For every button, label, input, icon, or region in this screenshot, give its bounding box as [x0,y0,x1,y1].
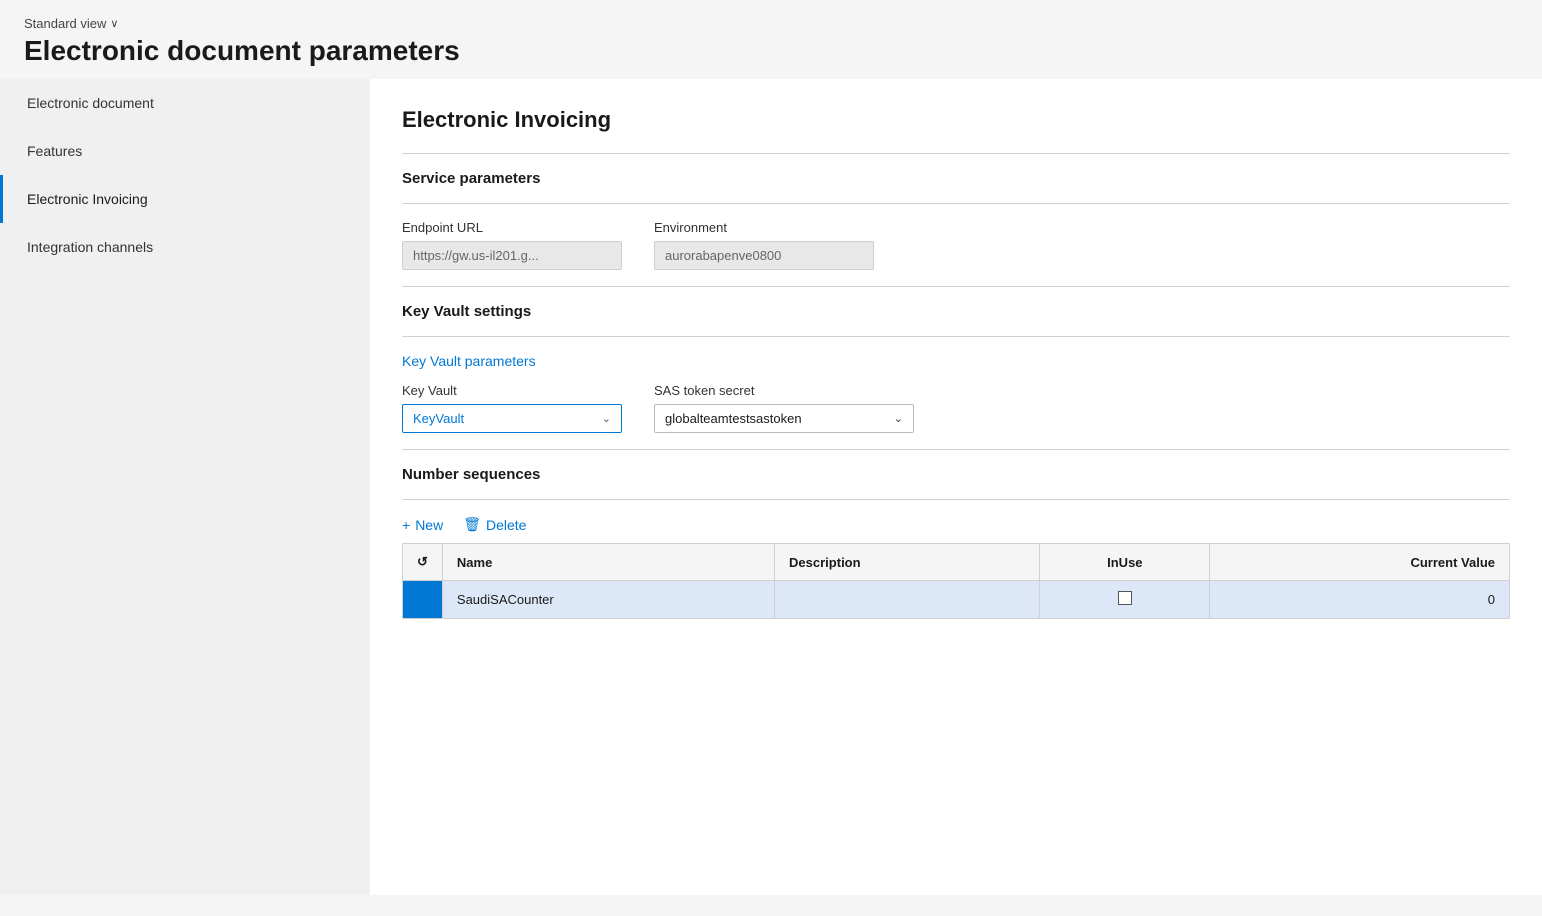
content-area: Electronic Invoicing Service parameters … [370,79,1542,895]
sidebar-item-features[interactable]: Features [0,127,370,175]
environment-label: Environment [654,220,874,235]
sas-token-label: SAS token secret [654,383,914,398]
service-parameters-title: Service parameters [402,170,1510,187]
section-title: Electronic Invoicing [402,107,1510,133]
key-vault-settings-title: Key Vault settings [402,303,1510,320]
sidebar: Electronic documentFeaturesElectronic In… [0,79,370,895]
service-params-row: Endpoint URL https://gw.us-il201.g... En… [402,220,1510,270]
divider-3 [402,286,1510,287]
key-vault-label: Key Vault [402,383,622,398]
refresh-icon-header[interactable]: ↺ [403,544,443,581]
key-vault-parameters-link[interactable]: Key Vault parameters [402,353,536,369]
chevron-down-icon: ∨ [110,17,118,30]
trash-icon: 🗑 [463,516,481,533]
description-cell [775,581,1040,619]
sas-token-chevron-icon: ⌄ [894,412,903,425]
name-cell: SaudiSACounter [442,581,774,619]
key-vault-row: Key Vault KeyVault ⌄ SAS token secret gl… [402,383,1510,433]
standard-view[interactable]: Standard view ∨ [24,16,1518,31]
delete-button[interactable]: 🗑 Delete [463,516,526,533]
sidebar-item-electronic-invoicing[interactable]: Electronic Invoicing [0,175,370,223]
endpoint-url-group: Endpoint URL https://gw.us-il201.g... [402,220,622,270]
key-vault-dropdown[interactable]: KeyVault ⌄ [402,404,622,433]
endpoint-url-label: Endpoint URL [402,220,622,235]
new-button[interactable]: + New [402,517,443,533]
delete-button-label: Delete [486,517,526,533]
current-value-column-header: Current Value [1210,544,1510,581]
divider-1 [402,153,1510,154]
endpoint-url-input: https://gw.us-il201.g... [402,241,622,270]
sidebar-item-electronic-document[interactable]: Electronic document [0,79,370,127]
key-vault-chevron-icon: ⌄ [602,412,611,425]
standard-view-label: Standard view [24,16,106,31]
sas-token-dropdown-value: globalteamtestsastoken [665,411,802,426]
number-sequences-toolbar: + New 🗑 Delete [402,516,1510,533]
sas-token-group: SAS token secret globalteamtestsastoken … [654,383,914,433]
environment-group: Environment aurorabapenve0800 [654,220,874,270]
inuse-column-header: InUse [1040,544,1210,581]
number-sequences-section: Number sequences + New 🗑 Delete ↺ Name [402,466,1510,619]
key-vault-group: Key Vault KeyVault ⌄ [402,383,622,433]
name-column-header: Name [442,544,774,581]
divider-6 [402,499,1510,500]
divider-5 [402,449,1510,450]
table-row[interactable]: SaudiSACounter 0 [403,581,1510,619]
inuse-cell[interactable] [1040,581,1210,619]
inuse-checkbox[interactable] [1118,591,1132,605]
main-layout: Electronic documentFeaturesElectronic In… [0,79,1542,895]
description-column-header: Description [775,544,1040,581]
divider-2 [402,203,1510,204]
sidebar-item-integration-channels[interactable]: Integration channels [0,223,370,271]
key-vault-dropdown-value: KeyVault [413,411,464,426]
new-button-label: New [415,517,443,533]
environment-input: aurorabapenve0800 [654,241,874,270]
page-header: Standard view ∨ Electronic document para… [0,0,1542,79]
current-value-cell: 0 [1210,581,1510,619]
row-selection-bar [403,581,443,619]
number-sequences-title: Number sequences [402,466,1510,483]
plus-icon: + [402,517,410,533]
sas-token-dropdown[interactable]: globalteamtestsastoken ⌄ [654,404,914,433]
divider-4 [402,336,1510,337]
number-sequences-table: ↺ Name Description InUse Current Value S… [402,543,1510,619]
page-title: Electronic document parameters [24,35,1518,67]
